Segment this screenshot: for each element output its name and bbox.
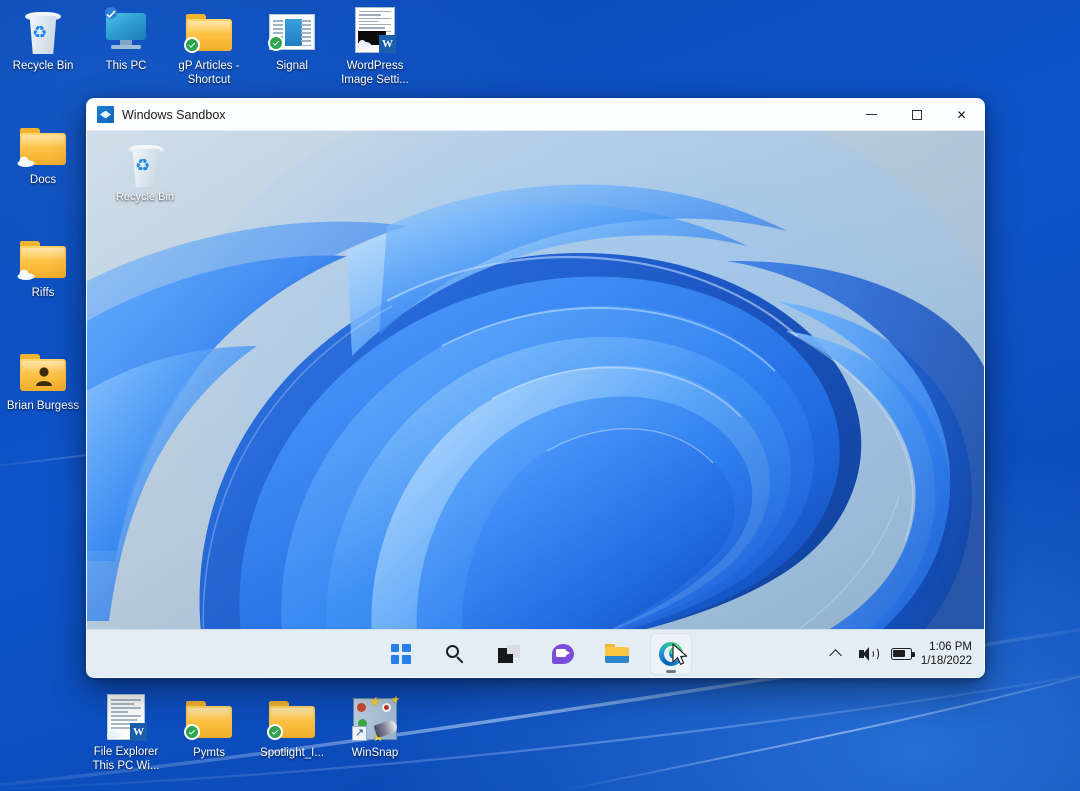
word-badge-icon: W <box>130 723 147 741</box>
edge-icon <box>659 642 683 666</box>
sync-check-badge-icon <box>184 37 200 53</box>
winsnap-icon: ★ ★ ★ ↗ <box>351 695 399 743</box>
desktop-icon-label: Docs <box>30 174 56 188</box>
clock[interactable]: 1:06 PM 1/18/2022 <box>921 640 976 668</box>
desktop-icon-label: Riffs <box>32 287 55 301</box>
chevron-up-icon <box>829 649 842 662</box>
speaker-icon <box>859 646 877 662</box>
desktop-icon-spotlight[interactable]: Spotlight_I... <box>249 695 335 761</box>
battery-button[interactable] <box>886 636 917 672</box>
word-badge-icon: W <box>379 35 396 53</box>
show-hidden-icons-button[interactable] <box>822 636 850 672</box>
cloud-badge-icon <box>355 36 373 48</box>
search-button[interactable] <box>435 634 475 674</box>
document-word-icon: W <box>102 692 150 742</box>
sandbox-desktop-icon-recycle-bin[interactable]: ♻ Recycle Bin <box>102 141 188 203</box>
folder-icon <box>185 8 233 56</box>
desktop-icon-label: File Explorer This PC Wi... <box>83 746 169 773</box>
cloud-badge-icon <box>17 154 35 166</box>
desktop-icon-label: gP Articles - Shortcut <box>166 60 252 87</box>
sandbox-icon <box>97 106 114 123</box>
folder-icon <box>185 695 233 743</box>
desktop-icon-label: WordPress Image Setti... <box>332 60 418 87</box>
system-tray[interactable]: 1:06 PM 1/18/2022 <box>822 630 976 678</box>
running-indicator <box>666 670 676 673</box>
document-word-icon: W <box>351 4 399 56</box>
folder-icon <box>19 122 67 170</box>
desktop-icon-label: Pymts <box>193 747 225 761</box>
shortcut-badge-icon: ↗ <box>352 726 367 741</box>
folder-icon <box>19 235 67 283</box>
sandbox-taskbar[interactable]: 1:06 PM 1/18/2022 <box>87 629 984 677</box>
folder-icon <box>605 644 629 663</box>
edge-button[interactable] <box>651 634 691 674</box>
chat-icon <box>552 644 574 664</box>
windows-logo-icon <box>391 644 411 664</box>
desktop-icon-file-explorer-this-pc[interactable]: W File Explorer This PC Wi... <box>83 692 169 773</box>
sync-check-badge-icon <box>268 35 284 51</box>
desktop-icon-label: Brian Burgess <box>7 400 79 414</box>
battery-icon <box>891 648 912 660</box>
maximize-button[interactable] <box>894 99 939 131</box>
recycle-bin-icon: ♻ <box>19 8 67 56</box>
desktop-icon-recycle-bin[interactable]: ♻ Recycle Bin <box>0 8 86 74</box>
task-view-icon <box>498 645 520 663</box>
recycle-bin-icon: ♻ <box>122 141 168 187</box>
user-folder-icon <box>19 348 67 396</box>
desktop-icon-label: This PC <box>106 60 147 74</box>
person-glyph-icon <box>35 366 53 386</box>
window-title-bar[interactable]: Windows Sandbox ✕ <box>87 99 984 131</box>
chat-button[interactable] <box>543 634 583 674</box>
desktop-icon-winsnap[interactable]: ★ ★ ★ ↗ WinSnap <box>332 695 418 761</box>
desktop-icon-this-pc[interactable]: This PC <box>83 8 169 74</box>
desktop-icon-label: WinSnap <box>352 747 399 761</box>
task-view-button[interactable] <box>489 634 529 674</box>
file-explorer-button[interactable] <box>597 634 637 674</box>
start-button[interactable] <box>381 634 421 674</box>
volume-button[interactable] <box>854 636 882 672</box>
monitor-icon <box>102 8 150 56</box>
sync-check-badge-icon <box>267 724 283 740</box>
desktop-icon-label: Spotlight_I... <box>260 747 324 761</box>
minimize-button[interactable] <box>849 99 894 131</box>
window-controls[interactable]: ✕ <box>849 99 984 131</box>
cloud-badge-icon <box>102 6 120 18</box>
desktop-icon-label: Recycle Bin <box>13 60 74 74</box>
desktop-icon-gp-articles[interactable]: gP Articles - Shortcut <box>166 8 252 87</box>
folder-icon <box>268 695 316 743</box>
windows-sandbox-window[interactable]: Windows Sandbox ✕ <box>86 98 985 678</box>
search-icon <box>445 644 465 664</box>
cloud-badge-icon <box>17 267 35 279</box>
sandbox-desktop[interactable]: ♻ Recycle Bin <box>87 131 984 677</box>
desktop-icon-pymts[interactable]: Pymts <box>166 695 252 761</box>
close-button[interactable]: ✕ <box>939 99 984 131</box>
desktop-icon-signal[interactable]: Signal <box>249 8 335 74</box>
window-icon <box>268 8 316 56</box>
window-title: Windows Sandbox <box>122 108 226 122</box>
desktop-icon-riffs[interactable]: Riffs <box>0 235 86 301</box>
sandbox-desktop-icon-label: Recycle Bin <box>116 191 174 203</box>
cloud-badge-icon <box>105 726 123 738</box>
desktop-icon-label: Signal <box>276 60 308 74</box>
desktop-icon-docs[interactable]: Docs <box>0 122 86 188</box>
sync-check-badge-icon <box>184 724 200 740</box>
clock-date: 1/18/2022 <box>921 654 972 668</box>
desktop-icon-wordpress-image-settings[interactable]: W WordPress Image Setti... <box>332 4 418 87</box>
bloom-wallpaper <box>87 131 984 677</box>
clock-time: 1:06 PM <box>921 640 972 654</box>
desktop-icon-brian-burgess[interactable]: Brian Burgess <box>0 348 86 414</box>
